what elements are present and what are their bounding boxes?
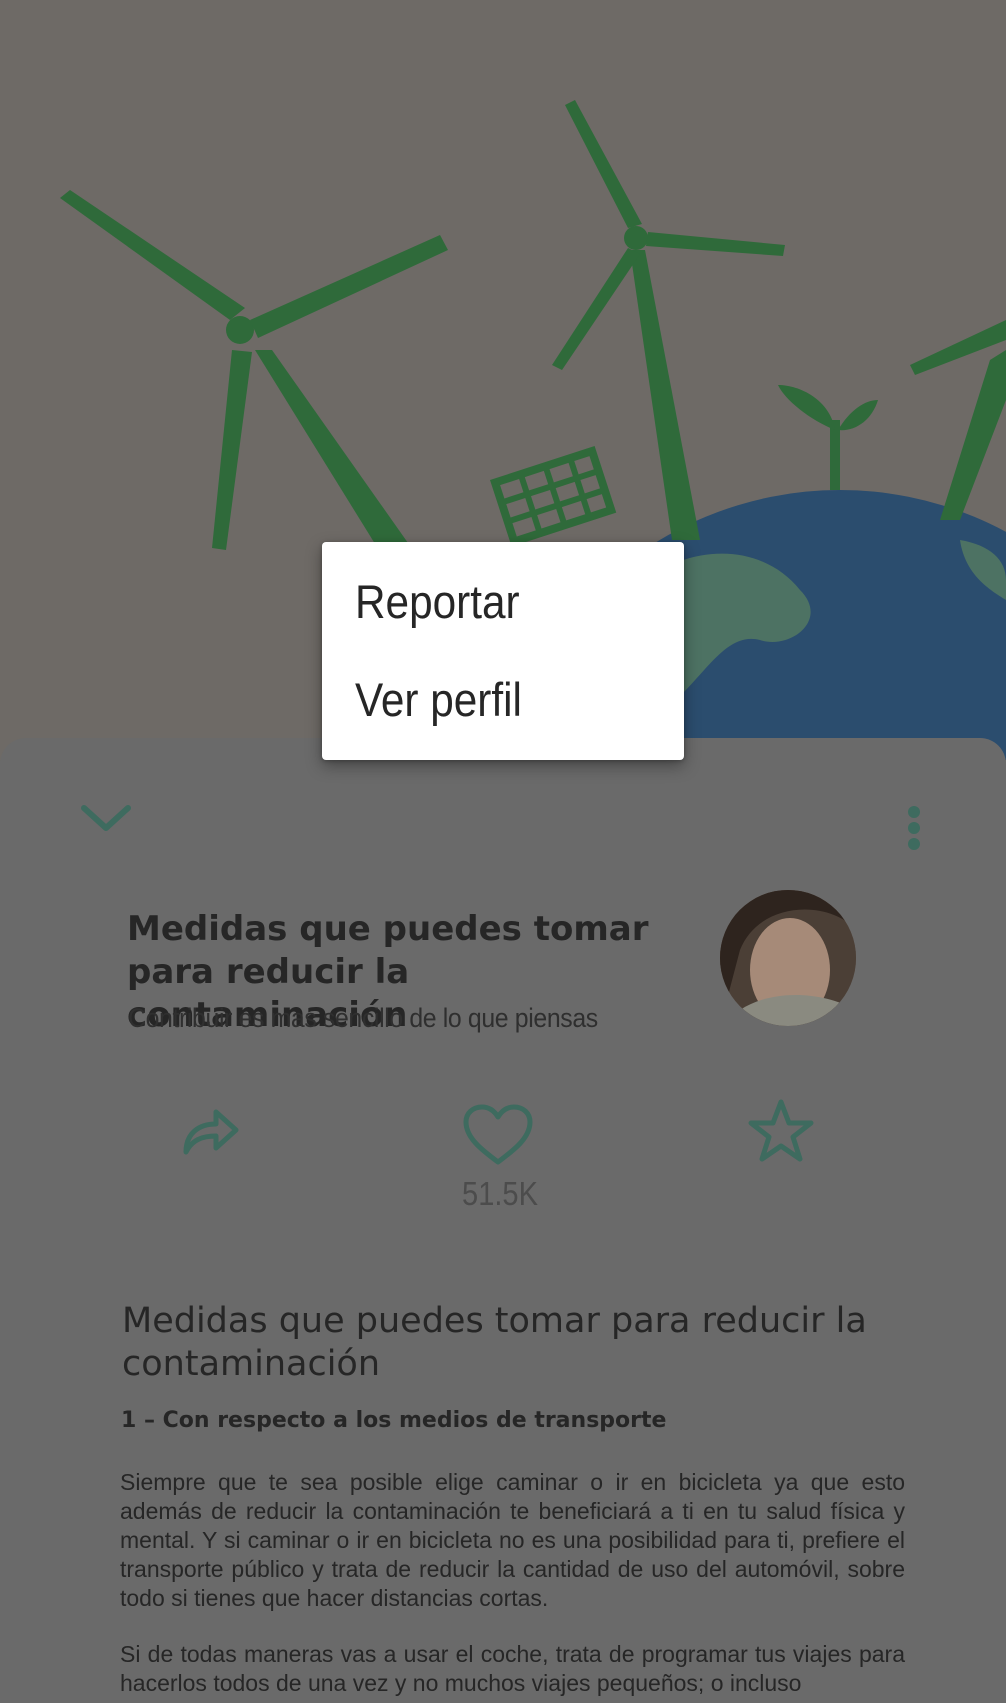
heart-icon[interactable] (462, 1104, 534, 1168)
star-icon[interactable] (748, 1098, 814, 1164)
post-subtitle: Contribuir es mas sencillo de lo que pie… (128, 1003, 598, 1033)
menu-item-report[interactable]: Reportar (355, 572, 625, 632)
article-paragraph: Si de todas maneras vas a usar el coche,… (120, 1641, 905, 1696)
article-paragraph: Siempre que te sea posible elige caminar… (120, 1469, 905, 1611)
author-avatar[interactable] (720, 890, 856, 1026)
more-vert-icon[interactable] (896, 800, 932, 856)
avatar-photo (720, 890, 856, 1026)
share-icon[interactable] (178, 1100, 242, 1164)
chevron-down-icon[interactable] (76, 800, 136, 836)
like-count: 51.5K (462, 1175, 538, 1212)
menu-item-view-profile[interactable]: Ver perfil (355, 670, 625, 730)
section-heading: 1 – Con respecto a los medios de transpo… (121, 1408, 667, 1433)
article-heading: Medidas que puedes tomar para reducir la… (122, 1301, 867, 1384)
